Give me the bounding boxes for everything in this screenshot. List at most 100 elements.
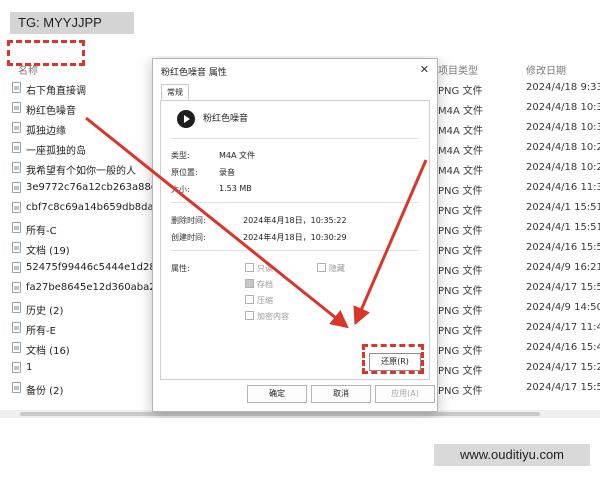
file-icon (12, 362, 21, 373)
file-date: 2024/4/18 10:29 (526, 142, 600, 153)
file-icon (12, 302, 21, 313)
file-type: PNG 文件 (438, 86, 483, 97)
file-type: PNG 文件 (438, 366, 483, 377)
watermark: www.ouditiyu.com (434, 444, 590, 466)
type-label: 类型: (171, 151, 190, 160)
restore-highlight-box (362, 344, 424, 374)
cancel-button[interactable]: 取消 (311, 385, 371, 403)
file-icon (12, 182, 21, 193)
hidden-checkbox[interactable]: 隐藏 (317, 263, 345, 274)
file-date: 2024/4/17 11:47 (526, 322, 600, 333)
file-icon (12, 382, 21, 393)
file-icon (12, 82, 21, 93)
compress-label: 压缩 (257, 296, 273, 305)
file-date: 2024/4/9 14:50 (526, 302, 600, 313)
file-name: 文档 (19) (26, 246, 70, 257)
file-name-field[interactable]: 粉红色噪音 (203, 112, 419, 126)
file-date: 2024/4/17 15:51 (526, 382, 600, 393)
file-name: 孤独边缘 (26, 126, 66, 137)
general-panel: 粉红色噪音 类型: M4A 文件 原位置: 录音 大小: 1.53 MB 删除时… (160, 100, 430, 380)
apply-button[interactable]: 应用(A) (375, 385, 435, 403)
ok-button[interactable]: 确定 (247, 385, 307, 403)
file-date: 2024/4/16 11:38 (526, 182, 600, 193)
file-date: 2024/4/1 15:51 (526, 202, 600, 213)
column-header-date[interactable]: 修改日期 (526, 62, 566, 77)
file-date: 2024/4/18 9:33 (526, 82, 600, 93)
file-icon (12, 142, 21, 153)
file-highlight-box (7, 40, 85, 66)
file-type: PNG 文件 (438, 226, 483, 237)
file-name: 粉红色噪音 (26, 106, 76, 117)
deleted-label: 删除时间: (171, 216, 206, 225)
file-icon (12, 342, 21, 353)
divider (171, 138, 419, 139)
location-value: 录音 (219, 168, 235, 177)
file-icon (12, 102, 21, 113)
file-name: 所有-C (26, 226, 57, 237)
encrypt-label: 加密内容 (257, 312, 289, 321)
file-type: PNG 文件 (438, 386, 483, 397)
file-date: 2024/4/18 10:31 (526, 122, 600, 133)
encrypt-checkbox[interactable]: 加密内容 (245, 311, 289, 322)
media-file-icon (177, 110, 195, 128)
file-name: 历史 (2) (26, 306, 64, 317)
type-value: M4A 文件 (219, 151, 256, 160)
file-date: 2024/4/16 15:51 (526, 242, 600, 253)
file-icon (12, 202, 21, 213)
location-label: 原位置: (171, 168, 198, 177)
archive-label: 存档 (257, 280, 273, 289)
deleted-value: 2024年4月18日，10:35:22 (243, 216, 347, 225)
file-icon (12, 222, 21, 233)
file-type: PNG 文件 (438, 286, 483, 297)
file-icon (12, 322, 21, 333)
compress-checkbox[interactable]: 压缩 (245, 295, 273, 306)
file-icon (12, 162, 21, 173)
file-name: 1 (26, 362, 33, 373)
file-icon (12, 262, 21, 273)
file-date: 2024/4/1 15:51 (526, 222, 600, 233)
archive-checkbox[interactable]: 存档 (245, 279, 273, 290)
created-value: 2024年4月18日，10:30:29 (243, 233, 347, 242)
file-name: 一座孤独的岛 (26, 146, 86, 157)
hidden-label: 隐藏 (329, 264, 345, 273)
close-icon[interactable]: ✕ (420, 63, 429, 76)
size-label: 大小: (171, 185, 190, 194)
file-type: M4A 文件 (438, 146, 484, 157)
file-name: 我希望有个如你一般的人 (26, 166, 136, 177)
file-date: 2024/4/16 15:48 (526, 342, 600, 353)
size-value: 1.53 MB (219, 184, 252, 193)
divider (171, 250, 419, 251)
file-type: PNG 文件 (438, 266, 483, 277)
file-icon (12, 122, 21, 133)
tag-label: TG: MYYJJPP (10, 12, 134, 34)
file-type: PNG 文件 (438, 186, 483, 197)
file-type: PNG 文件 (438, 246, 483, 257)
file-type: PNG 文件 (438, 326, 483, 337)
readonly-label: 只读 (257, 264, 273, 273)
file-date: 2024/4/17 15:51 (526, 282, 600, 293)
file-type: M4A 文件 (438, 126, 484, 137)
file-type: PNG 文件 (438, 206, 483, 217)
column-header-type[interactable]: 项目类型 (438, 62, 478, 77)
file-name: 文档 (16) (26, 346, 70, 357)
file-explorer-window: 名称 项目类型 修改日期 右下角直接调 PNG 文件 2024/4/18 9:33 粉… (0, 56, 600, 418)
file-date: 2024/4/17 15:28 (526, 362, 600, 373)
file-date: 2024/4/9 16:21 (526, 262, 600, 273)
file-type: PNG 文件 (438, 306, 483, 317)
file-name: 右下角直接调 (26, 86, 86, 97)
readonly-checkbox[interactable]: 只读 (245, 263, 273, 274)
file-type: PNG 文件 (438, 346, 483, 357)
file-icon (12, 242, 21, 253)
tab-general[interactable]: 常规 (161, 84, 189, 101)
file-type: M4A 文件 (438, 166, 484, 177)
file-name: 备份 (2) (26, 386, 64, 397)
file-type: M4A 文件 (438, 106, 484, 117)
file-icon (12, 282, 21, 293)
attributes-label: 属性: (171, 264, 190, 273)
file-date: 2024/4/18 10:29 (526, 162, 600, 173)
divider (171, 202, 419, 203)
dialog-title: 粉红色噪音 属性 (161, 68, 227, 78)
scrollbar-thumb[interactable] (20, 412, 540, 416)
file-name: 所有-E (26, 326, 56, 337)
created-label: 创建时间: (171, 233, 206, 242)
